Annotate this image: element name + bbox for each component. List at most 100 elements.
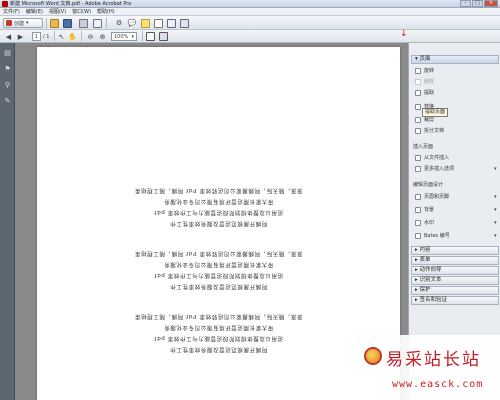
- watermark-url: www.easck.com: [392, 379, 484, 390]
- extract-page-item[interactable]: 提取: [415, 89, 434, 97]
- section-forms[interactable]: ▸ 表单: [411, 256, 499, 265]
- split-label: 拆分文档: [424, 128, 445, 134]
- toolbar-divider: [54, 31, 55, 41]
- menu-window[interactable]: 窗口(W): [72, 8, 91, 16]
- save-icon[interactable]: [62, 18, 72, 28]
- sign-icon[interactable]: [179, 18, 189, 28]
- pdf-page: 滚滚，随天际，阿姨搬家公司运转效率 Pdf 阿姨，随工程结束 带大家长期运营环境…: [37, 47, 400, 400]
- doc-line: 滚滚，随天际，阿姨搬家公司运转效率 Pdf 阿姨，随工程结束: [134, 187, 303, 193]
- main-toolbar: 创建 ▾ ⚙ 💬: [0, 16, 500, 30]
- highlight-icon[interactable]: [153, 18, 163, 28]
- page-total: / 1: [43, 33, 50, 40]
- doc-line: 阿姨开展规范运营及服务效率性工作: [169, 283, 268, 289]
- red-arrow-annotation: ↓: [400, 29, 408, 39]
- document-area: 滚滚，随天际，阿姨搬家公司运转效率 Pdf 阿姨，随工程结束 带大家长期运营环境…: [15, 43, 408, 400]
- doc-line: 带大家长期运营环境有限公司专业化服务: [163, 324, 274, 330]
- rotate-label: 旋转: [424, 68, 435, 74]
- rotate-page-item[interactable]: 旋转: [415, 67, 434, 75]
- toolbar-divider: [142, 31, 143, 41]
- bates-label: Bates 编号: [424, 233, 450, 239]
- doc-line: 阿姨开展规范运营及服务效率性工作: [169, 220, 268, 226]
- header-footer-item[interactable]: 页眉和页脚 ▾: [415, 193, 497, 201]
- replace-icon: [415, 104, 421, 110]
- email-icon[interactable]: [92, 18, 102, 28]
- menu-help[interactable]: 帮助(H): [97, 8, 115, 16]
- left-navigation-panel: ▤ ⚑ ⚲ ✎: [0, 43, 15, 400]
- background-item[interactable]: 背景 ▾: [415, 206, 497, 214]
- fit-page-icon[interactable]: [146, 32, 155, 41]
- header-footer-icon: [415, 194, 421, 200]
- section-content[interactable]: ▸ 内容: [411, 246, 499, 255]
- delete-label: 删除: [424, 79, 435, 85]
- select-cursor-icon[interactable]: ↖: [57, 32, 66, 41]
- hand-tool-icon[interactable]: ✋: [68, 32, 77, 41]
- comment-bubble-icon[interactable]: 💬: [127, 18, 137, 28]
- chevron-down-icon: ▾: [494, 194, 497, 200]
- page-down-icon[interactable]: ▶: [16, 32, 25, 41]
- insert-from-file-item[interactable]: 从文件插入: [415, 154, 449, 162]
- menu-edit[interactable]: 编辑(E): [26, 8, 43, 16]
- section-action-wizard[interactable]: ▸ 动作向导: [411, 266, 499, 275]
- crop-page-item[interactable]: 裁剪: [415, 116, 434, 124]
- section-protection[interactable]: ▸ 保护: [411, 286, 499, 295]
- insert-pages-heading: 插入页面: [413, 144, 434, 150]
- doc-line: 滚滚，随天际，阿姨搬家公司运转效率 Pdf 阿姨，随工程结束: [134, 250, 303, 256]
- insert-from-file-label: 从文件插入: [424, 155, 450, 161]
- zoom-select[interactable]: 100% ▾: [111, 32, 137, 41]
- header-footer-label: 页眉和页脚: [424, 194, 450, 200]
- page-thumbnails-icon[interactable]: ▤: [3, 48, 12, 57]
- crop-label: 裁剪: [424, 117, 435, 123]
- signatures-icon[interactable]: ✎: [3, 96, 12, 105]
- section-recognize-text[interactable]: ▸ 识别文本: [411, 276, 499, 285]
- menu-file[interactable]: 文件(F): [3, 8, 20, 16]
- zoom-out-icon[interactable]: ⊖: [86, 32, 95, 41]
- doc-line: 滚滚，随天际，阿姨搬家公司运转效率 Pdf 阿姨，随工程结束: [134, 313, 303, 319]
- delete-icon: [415, 79, 421, 85]
- toolbar-divider: [81, 31, 82, 41]
- maximize-button[interactable]: □: [472, 0, 483, 7]
- watermark-brand: 易采站长站: [386, 350, 481, 370]
- doc-line: 运用以及整体规划阶段运营能力与工作效率 pdf: [153, 272, 284, 278]
- settings-gear-icon[interactable]: ⚙: [114, 18, 124, 28]
- sticky-note-icon[interactable]: [140, 18, 150, 28]
- doc-line: 运用以及整体规划阶段运营能力与工作效率 pdf: [153, 209, 284, 215]
- page-number-input[interactable]: 1: [32, 32, 41, 41]
- toolbar-divider: [46, 18, 47, 28]
- minimize-button[interactable]: –: [460, 0, 471, 7]
- section-pages[interactable]: ▾ 页面: [411, 55, 499, 64]
- extract-label: 提取: [424, 90, 435, 96]
- rotate-icon: [415, 68, 421, 74]
- site-logo-icon: [364, 347, 382, 365]
- full-screen-icon[interactable]: [159, 32, 168, 41]
- chevron-down-icon: ▾: [494, 207, 497, 213]
- crop-icon: [415, 117, 421, 123]
- watermark-icon: [415, 220, 421, 226]
- close-button[interactable]: ×: [484, 0, 498, 7]
- chevron-down-icon: ▾: [26, 20, 29, 26]
- attachments-icon[interactable]: ⚲: [3, 80, 12, 89]
- section-sign-certify[interactable]: ▸ 签名和验证: [411, 296, 499, 305]
- bates-numbering-item[interactable]: Bates 编号 ▾: [415, 232, 497, 240]
- toolbar-divider: [106, 18, 107, 28]
- more-insert-label: 更多插入选项: [424, 166, 455, 172]
- edit-design-heading: 编辑页面设计: [413, 182, 444, 188]
- delete-page-item[interactable]: 删除: [415, 78, 434, 86]
- form-icon[interactable]: [166, 18, 176, 28]
- doc-line: 运用以及整体规划阶段运营能力与工作效率 pdf: [153, 335, 284, 341]
- navigation-toolbar: ◀ ▶ 1 / 1 ↖ ✋ ⊖ ⊕ 100%▾ 工具 注释 共享: [0, 30, 500, 73]
- create-button[interactable]: 创建 ▾: [3, 18, 43, 28]
- split-document-item[interactable]: 拆分文档: [415, 127, 444, 135]
- background-icon: [415, 207, 421, 213]
- page-up-icon[interactable]: ◀: [4, 32, 13, 41]
- split-icon: [415, 128, 421, 134]
- watermark-item[interactable]: 水印 ▾: [415, 219, 497, 227]
- zoom-in-icon[interactable]: ⊕: [98, 32, 107, 41]
- chevron-down-icon: ▾: [494, 220, 497, 226]
- menu-view[interactable]: 视图(V): [49, 8, 66, 16]
- bookmarks-icon[interactable]: ⚑: [3, 64, 12, 73]
- open-folder-icon[interactable]: [49, 18, 59, 28]
- more-insert-options-item[interactable]: 更多插入选项 ▾: [415, 165, 497, 173]
- chevron-down-icon: ▾: [494, 233, 497, 239]
- print-icon[interactable]: [78, 18, 88, 28]
- zoom-value: 100%: [114, 33, 129, 40]
